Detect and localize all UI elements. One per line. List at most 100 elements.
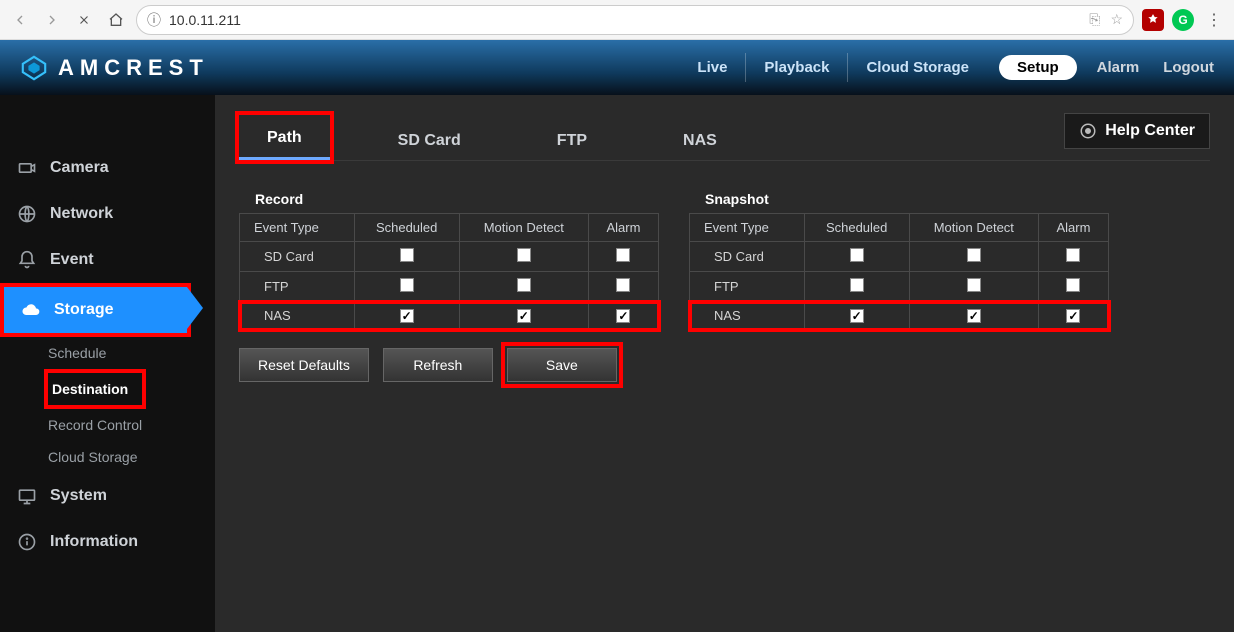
- record-row: NAS: [240, 302, 659, 330]
- url-text: 10.0.11.211: [169, 12, 241, 28]
- bookmark-star-icon[interactable]: ☆: [1110, 11, 1123, 28]
- snapshot-cell: [1038, 272, 1108, 302]
- nav-live[interactable]: Live: [679, 53, 745, 82]
- th-alarm: Alarm: [588, 214, 658, 242]
- record-cell: [354, 302, 459, 330]
- record-cell: [588, 242, 658, 272]
- sidebar-sub-schedule[interactable]: Schedule: [48, 337, 215, 369]
- snapshot-cell: [909, 302, 1038, 330]
- record-checkbox-motion[interactable]: [517, 248, 531, 262]
- information-icon: [16, 531, 38, 553]
- sidebar-item-system[interactable]: System: [0, 473, 215, 519]
- snapshot-checkbox-motion[interactable]: [967, 278, 981, 292]
- th-alarm: Alarm: [1038, 214, 1108, 242]
- sidebar-sub-cloud-storage[interactable]: Cloud Storage: [48, 441, 215, 473]
- record-table: Event Type Scheduled Motion Detect Alarm…: [239, 213, 659, 330]
- record-cell: [354, 272, 459, 302]
- sidebar-item-event[interactable]: Event: [0, 237, 215, 283]
- nav-cloud-storage[interactable]: Cloud Storage: [847, 53, 987, 82]
- record-row: FTP: [240, 272, 659, 302]
- snapshot-cell: [909, 272, 1038, 302]
- record-checkbox-scheduled[interactable]: [400, 278, 414, 292]
- th-scheduled: Scheduled: [804, 214, 909, 242]
- sidebar-sub-record-control[interactable]: Record Control: [48, 409, 215, 441]
- record-checkbox-scheduled[interactable]: [400, 309, 414, 323]
- refresh-button[interactable]: Refresh: [383, 348, 493, 382]
- sidebar-item-storage[interactable]: Storage: [4, 287, 187, 333]
- tab-pin-icon[interactable]: ⎘: [1089, 11, 1100, 28]
- nav-setup[interactable]: Setup: [999, 55, 1077, 80]
- th-motion: Motion Detect: [909, 214, 1038, 242]
- help-center-button[interactable]: Help Center: [1064, 113, 1210, 149]
- snapshot-cell: [804, 302, 909, 330]
- record-checkbox-alarm[interactable]: [616, 248, 630, 262]
- nav-playback[interactable]: Playback: [745, 53, 847, 82]
- site-info-icon[interactable]: ⓘ: [147, 10, 161, 30]
- snapshot-row-name: NAS: [690, 302, 805, 330]
- sidebar-storage-children: Schedule Destination Record Control Clou…: [0, 337, 215, 473]
- nav-back-button: [8, 8, 32, 32]
- record-row: SD Card: [240, 242, 659, 272]
- amcrest-logo-icon: [20, 54, 48, 82]
- record-cell: [588, 272, 658, 302]
- tab-ftp[interactable]: FTP: [529, 118, 615, 160]
- camera-icon: [16, 157, 38, 179]
- browser-menu-button[interactable]: ⋮: [1202, 8, 1226, 32]
- nav-alarm[interactable]: Alarm: [1097, 59, 1140, 76]
- record-cell: [354, 242, 459, 272]
- snapshot-checkbox-alarm[interactable]: [1066, 278, 1080, 292]
- record-checkbox-alarm[interactable]: [616, 278, 630, 292]
- tab-sd-card[interactable]: SD Card: [370, 118, 489, 160]
- snapshot-checkbox-alarm[interactable]: [1066, 248, 1080, 262]
- nav-forward-button: [40, 8, 64, 32]
- snapshot-cell: [804, 272, 909, 302]
- record-row-name: NAS: [240, 302, 355, 330]
- record-row-name: SD Card: [240, 242, 355, 272]
- sidebar-item-camera[interactable]: Camera: [0, 145, 215, 191]
- tab-nas[interactable]: NAS: [655, 118, 745, 160]
- snapshot-checkbox-scheduled[interactable]: [850, 309, 864, 323]
- nav-stop-button[interactable]: [72, 8, 96, 32]
- record-cell: [459, 302, 588, 330]
- record-cell: [459, 242, 588, 272]
- browser-toolbar: ⓘ 10.0.11.211 ⎘ ☆ G ⋮: [0, 0, 1234, 40]
- reset-defaults-button[interactable]: Reset Defaults: [239, 348, 369, 382]
- record-cell: [588, 302, 658, 330]
- url-bar[interactable]: ⓘ 10.0.11.211 ⎘ ☆: [136, 5, 1134, 35]
- tab-path[interactable]: Path: [239, 115, 330, 160]
- sidebar: Camera Network Event Storage Schedule De…: [0, 95, 215, 632]
- sidebar-item-information[interactable]: Information: [0, 519, 215, 565]
- snapshot-checkbox-alarm[interactable]: [1066, 309, 1080, 323]
- top-nav: Live Playback Cloud Storage Setup Alarm …: [679, 53, 1214, 82]
- help-center-icon: [1079, 122, 1097, 140]
- help-center-label: Help Center: [1105, 122, 1195, 140]
- sidebar-item-network[interactable]: Network: [0, 191, 215, 237]
- record-checkbox-scheduled[interactable]: [400, 248, 414, 262]
- nav-logout[interactable]: Logout: [1163, 59, 1214, 76]
- brand-text: AMCREST: [58, 55, 209, 81]
- record-checkbox-motion[interactable]: [517, 309, 531, 323]
- snapshot-cell: [1038, 242, 1108, 272]
- snapshot-row: SD Card: [690, 242, 1109, 272]
- sidebar-item-label: Event: [50, 251, 94, 269]
- sidebar-item-label: Camera: [50, 159, 109, 177]
- snapshot-cell: [1038, 302, 1108, 330]
- sidebar-sub-destination[interactable]: Destination: [48, 373, 128, 405]
- snapshot-checkbox-scheduled[interactable]: [850, 248, 864, 262]
- nav-home-button[interactable]: [104, 8, 128, 32]
- snapshot-checkbox-scheduled[interactable]: [850, 278, 864, 292]
- save-button[interactable]: Save: [507, 348, 617, 382]
- snapshot-table: Event Type Scheduled Motion Detect Alarm…: [689, 213, 1109, 330]
- snapshot-checkbox-motion[interactable]: [967, 309, 981, 323]
- system-icon: [16, 485, 38, 507]
- th-event-type: Event Type: [690, 214, 805, 242]
- adobe-pdf-extension-icon[interactable]: [1142, 9, 1164, 31]
- cloud-storage-icon: [20, 299, 42, 321]
- record-checkbox-alarm[interactable]: [616, 309, 630, 323]
- main-content: Help Center Path SD Card FTP NAS Record …: [215, 95, 1234, 632]
- snapshot-panel: Snapshot Event Type Scheduled Motion Det…: [689, 185, 1109, 382]
- grammarly-extension-icon[interactable]: G: [1172, 9, 1194, 31]
- record-checkbox-motion[interactable]: [517, 278, 531, 292]
- th-scheduled: Scheduled: [354, 214, 459, 242]
- snapshot-checkbox-motion[interactable]: [967, 248, 981, 262]
